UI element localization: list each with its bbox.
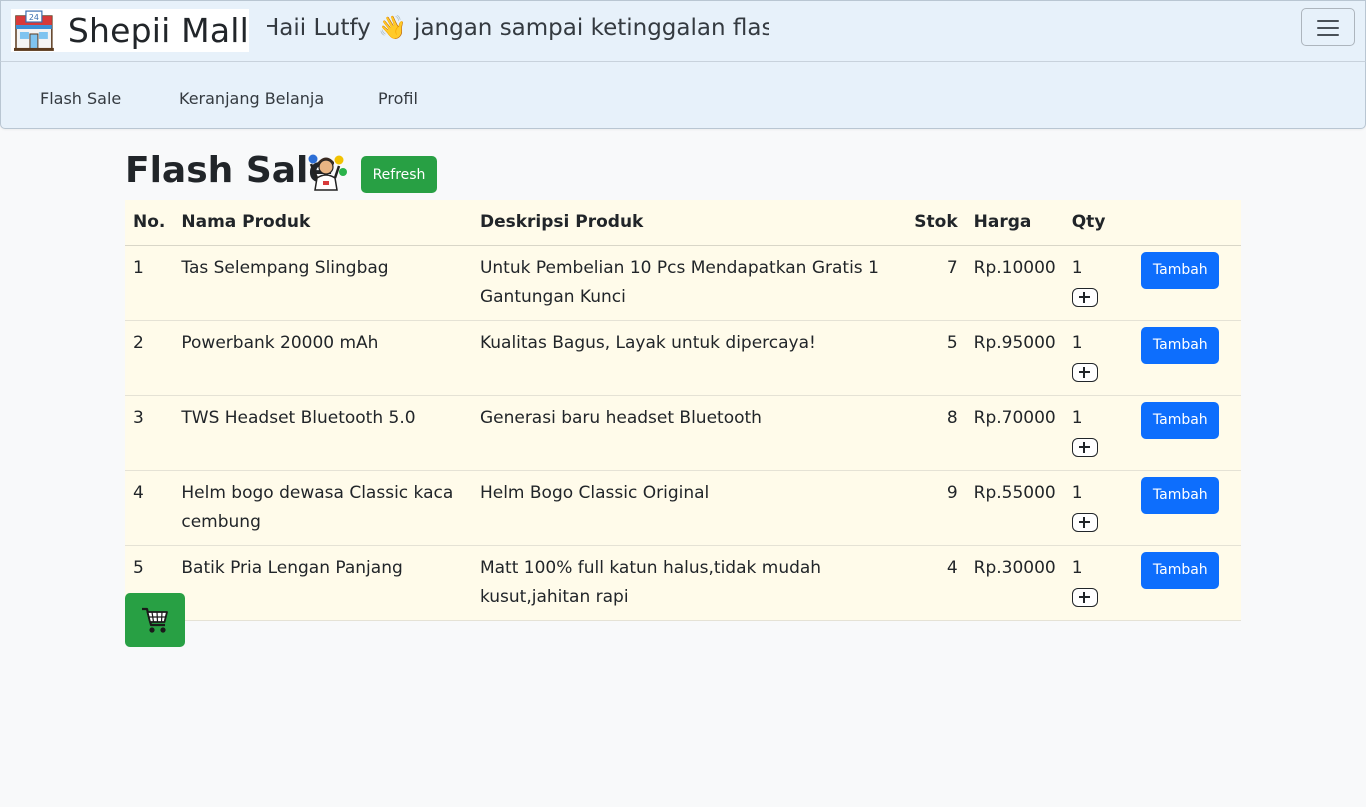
product-price: Rp.95000	[965, 320, 1064, 396]
product-price: Rp.70000	[965, 395, 1064, 471]
qty-cell: 1	[1063, 245, 1134, 321]
qty-value: 1	[1071, 332, 1083, 353]
column-header-no: No.	[125, 200, 174, 246]
qty-cell: 1	[1063, 320, 1134, 396]
product-name: Helm bogo dewasa Classic kaca cembung	[173, 470, 472, 546]
qty-value: 1	[1071, 557, 1083, 578]
column-header-action	[1133, 200, 1241, 246]
product-stock: 7	[906, 245, 966, 321]
plus-icon[interactable]	[1071, 362, 1098, 382]
column-header-harga: Harga	[965, 200, 1064, 246]
product-price: Rp.30000	[965, 545, 1064, 621]
qty-cell: 1	[1063, 470, 1134, 546]
svg-text:24: 24	[29, 13, 39, 22]
column-header-qty: Qty	[1063, 200, 1134, 246]
table-row: 1 Tas Selempang Slingbag Untuk Pembelian…	[125, 245, 1241, 321]
brand-name: Shepii Mall	[67, 11, 249, 50]
menu-toggle-button[interactable]	[1301, 8, 1355, 46]
qty-value: 1	[1071, 482, 1083, 503]
main-nav: Flash Sale Keranjang Belanja Profil	[0, 62, 1366, 129]
nav-item-profil[interactable]: Profil	[378, 89, 418, 108]
product-description: Helm Bogo Classic Original	[471, 470, 907, 546]
action-cell: Tambah	[1133, 470, 1241, 546]
product-description: Untuk Pembelian 10 Pcs Mendapatkan Grati…	[471, 245, 907, 321]
product-description: Generasi baru headset Bluetooth	[471, 395, 907, 471]
column-header-stok: Stok	[906, 200, 966, 246]
convenience-store-icon: 24	[13, 9, 54, 51]
hamburger-menu-icon	[1317, 20, 1339, 22]
plus-icon[interactable]	[1071, 512, 1098, 532]
product-stock: 8	[906, 395, 966, 471]
plus-icon[interactable]	[1071, 587, 1098, 607]
juggler-emoji-icon	[308, 154, 347, 191]
plus-icon[interactable]	[1071, 287, 1098, 307]
table-header-row: No. Nama Produk Deskripsi Produk Stok Ha…	[125, 200, 1241, 246]
table-row: 5 Batik Pria Lengan Panjang Matt 100% fu…	[125, 545, 1241, 621]
add-to-cart-button[interactable]: Tambah	[1141, 251, 1220, 289]
action-cell: Tambah	[1133, 320, 1241, 396]
shopping-cart-icon	[142, 607, 168, 633]
product-name: Batik Pria Lengan Panjang	[173, 545, 472, 621]
product-price: Rp.10000	[965, 245, 1064, 321]
welcome-marquee: Haii Lutfy 👋 jangan sampai ketinggalan f…	[267, 14, 769, 48]
table-row: 3 TWS Headset Bluetooth 5.0 Generasi bar…	[125, 395, 1241, 471]
action-cell: Tambah	[1133, 545, 1241, 621]
table-row: 4 Helm bogo dewasa Classic kaca cembung …	[125, 470, 1241, 546]
add-to-cart-button[interactable]: Tambah	[1141, 401, 1220, 439]
qty-value: 1	[1071, 407, 1083, 428]
product-description: Kualitas Bagus, Layak untuk dipercaya!	[471, 320, 907, 396]
add-to-cart-button[interactable]: Tambah	[1141, 551, 1220, 589]
qty-cell: 1	[1063, 545, 1134, 621]
product-name: TWS Headset Bluetooth 5.0	[173, 395, 472, 471]
product-description: Matt 100% full katun halus,tidak mudah k…	[471, 545, 907, 621]
nav-item-flash-sale[interactable]: Flash Sale	[40, 89, 121, 108]
product-stock: 4	[906, 545, 966, 621]
product-price: Rp.55000	[965, 470, 1064, 546]
welcome-text: Haii Lutfy 👋 jangan sampai ketinggalan f…	[267, 15, 769, 41]
row-no: 2	[125, 320, 174, 396]
table-row: 2 Powerbank 20000 mAh Kualitas Bagus, La…	[125, 320, 1241, 396]
page-title: Flash Sale	[125, 150, 333, 191]
brand-logo[interactable]: 24 Shepii Mall	[11, 9, 249, 52]
cart-button[interactable]	[125, 593, 185, 647]
add-to-cart-button[interactable]: Tambah	[1141, 476, 1220, 514]
product-stock: 5	[906, 320, 966, 396]
column-header-nama-produk: Nama Produk	[173, 200, 472, 246]
qty-cell: 1	[1063, 395, 1134, 471]
row-no: 4	[125, 470, 174, 546]
action-cell: Tambah	[1133, 245, 1241, 321]
refresh-button[interactable]: Refresh	[361, 156, 437, 193]
product-name: Tas Selempang Slingbag	[173, 245, 472, 321]
qty-value: 1	[1071, 257, 1083, 278]
add-to-cart-button[interactable]: Tambah	[1141, 326, 1220, 364]
row-no: 3	[125, 395, 174, 471]
column-header-deskripsi-produk: Deskripsi Produk	[471, 200, 907, 246]
plus-icon[interactable]	[1071, 437, 1098, 457]
nav-item-keranjang-belanja[interactable]: Keranjang Belanja	[179, 89, 324, 108]
top-header: 24 Shepii Mall Haii Lutfy 👋 jangan sampa…	[0, 0, 1366, 62]
product-name: Powerbank 20000 mAh	[173, 320, 472, 396]
product-stock: 9	[906, 470, 966, 546]
row-no: 1	[125, 245, 174, 321]
flash-sale-table: No. Nama Produk Deskripsi Produk Stok Ha…	[125, 200, 1241, 621]
action-cell: Tambah	[1133, 395, 1241, 471]
